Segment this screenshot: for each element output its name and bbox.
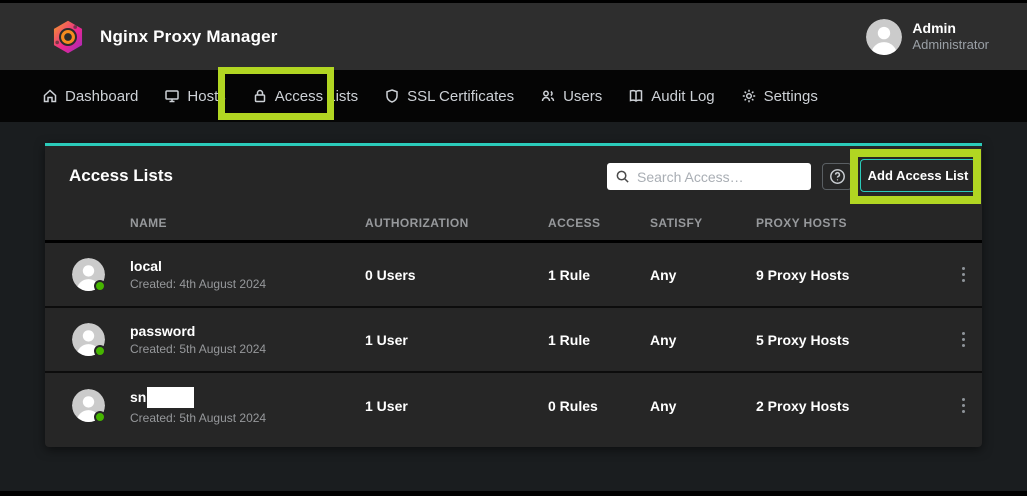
main-nav: Dashboard Hosts Access Lists SSL Certifi… xyxy=(0,70,1027,122)
satisfy-value: Any xyxy=(650,267,756,283)
header-bar: Nginx Proxy Manager Admin Administrator xyxy=(0,0,1027,70)
search-input[interactable] xyxy=(637,169,803,185)
status-dot xyxy=(94,411,106,423)
nav-item-label: Access Lists xyxy=(275,88,358,105)
access-lists-panel: Access Lists Add Access List NAME AUTHOR… xyxy=(45,143,982,447)
help-button[interactable] xyxy=(822,163,852,190)
nav-item-hosts[interactable]: Hosts xyxy=(164,88,225,105)
shield-icon xyxy=(384,88,400,104)
book-icon xyxy=(628,88,644,104)
row-menu-button[interactable] xyxy=(945,373,982,438)
user-avatar xyxy=(866,19,902,55)
access-list-avatar xyxy=(72,258,105,291)
authorization-value: 1 User xyxy=(365,332,548,348)
column-header-authorization: AUTHORIZATION xyxy=(365,216,548,230)
access-value: 1 Rule xyxy=(548,332,650,348)
app-title: Nginx Proxy Manager xyxy=(100,27,278,47)
help-icon xyxy=(829,168,846,185)
status-dot xyxy=(94,280,106,292)
home-icon xyxy=(42,88,58,104)
nav-item-label: SSL Certificates xyxy=(407,88,514,105)
table-row: sn Created: 5th August 2024 1 User 0 Rul… xyxy=(45,373,982,438)
panel-header: Access Lists Add Access List xyxy=(45,146,982,205)
window-bottom-edge xyxy=(0,491,1027,496)
add-access-list-button[interactable]: Add Access List xyxy=(860,159,976,192)
access-value: 1 Rule xyxy=(548,267,650,283)
table-row: password Created: 5th August 2024 1 User… xyxy=(45,308,982,373)
user-menu[interactable]: Admin Administrator xyxy=(866,19,989,55)
npm-logo-icon xyxy=(50,19,86,55)
gear-icon xyxy=(741,88,757,104)
kebab-icon xyxy=(962,267,965,282)
nav-item-users[interactable]: Users xyxy=(540,88,602,105)
nav-item-label: Audit Log xyxy=(651,88,714,105)
users-icon xyxy=(540,88,556,104)
nav-item-label: Dashboard xyxy=(65,88,138,105)
nav-item-dashboard[interactable]: Dashboard xyxy=(42,88,138,105)
authorization-value: 1 User xyxy=(365,398,548,414)
npm-app-window: Nginx Proxy Manager Admin Administrator … xyxy=(0,0,1027,496)
satisfy-value: Any xyxy=(650,332,756,348)
nav-item-access-lists[interactable]: Access Lists xyxy=(252,88,358,105)
lock-icon xyxy=(252,88,268,104)
access-list-created: Created: 5th August 2024 xyxy=(130,411,266,425)
kebab-icon xyxy=(962,332,965,347)
nav-item-label: Hosts xyxy=(187,88,225,105)
access-list-avatar xyxy=(72,389,105,422)
access-list-created: Created: 4th August 2024 xyxy=(130,277,266,291)
window-top-edge xyxy=(0,0,1027,3)
nav-item-audit-log[interactable]: Audit Log xyxy=(628,88,714,105)
column-header-name: NAME xyxy=(45,216,365,230)
access-list-name: sn xyxy=(130,389,146,405)
column-header-satisfy: SATISFY xyxy=(650,216,756,230)
table-row: local Created: 4th August 2024 0 Users 1… xyxy=(45,243,982,308)
proxy-hosts-value: 9 Proxy Hosts xyxy=(756,267,945,283)
nav-item-label: Settings xyxy=(764,88,818,105)
proxy-hosts-value: 2 Proxy Hosts xyxy=(756,398,945,414)
satisfy-value: Any xyxy=(650,398,756,414)
search-box xyxy=(607,163,811,190)
panel-title: Access Lists xyxy=(69,166,173,186)
access-list-name: local xyxy=(130,258,162,274)
status-dot xyxy=(94,345,106,357)
user-role: Administrator xyxy=(912,37,989,53)
user-name: Admin xyxy=(912,20,989,38)
redaction-box xyxy=(147,387,194,408)
search-icon xyxy=(615,169,630,184)
row-menu-button[interactable] xyxy=(945,243,982,306)
access-list-name: password xyxy=(130,323,195,339)
column-header-access: ACCESS xyxy=(548,216,650,230)
authorization-value: 0 Users xyxy=(365,267,548,283)
column-header-proxy-hosts: PROXY HOSTS xyxy=(756,216,945,230)
proxy-hosts-value: 5 Proxy Hosts xyxy=(756,332,945,348)
nav-item-label: Users xyxy=(563,88,602,105)
access-list-avatar xyxy=(72,323,105,356)
row-menu-button[interactable] xyxy=(945,308,982,371)
nav-item-settings[interactable]: Settings xyxy=(741,88,818,105)
access-value: 0 Rules xyxy=(548,398,650,414)
table-header-row: NAME AUTHORIZATION ACCESS SATISFY PROXY … xyxy=(45,205,982,243)
kebab-icon xyxy=(962,398,965,413)
access-list-created: Created: 5th August 2024 xyxy=(130,342,266,356)
monitor-icon xyxy=(164,88,180,104)
nav-item-ssl-certificates[interactable]: SSL Certificates xyxy=(384,88,514,105)
